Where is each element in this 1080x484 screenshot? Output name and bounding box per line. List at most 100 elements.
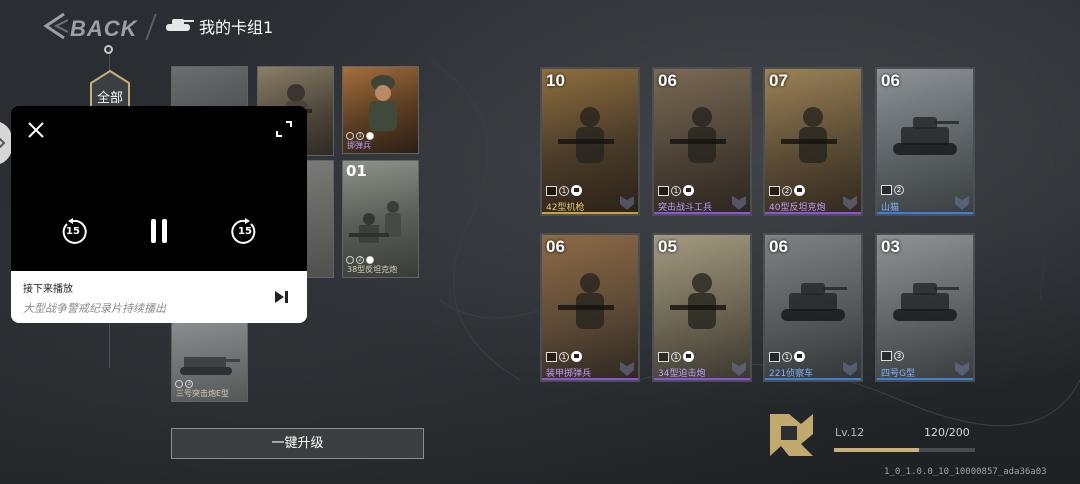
rewind-15-button[interactable]: 15 xyxy=(59,218,87,246)
rewind-seconds: 15 xyxy=(66,226,80,237)
card-name: 掷弹兵 xyxy=(347,141,371,150)
rarity-bar xyxy=(877,378,973,380)
card-stat-value: 1 xyxy=(559,185,569,196)
card-rank-icon xyxy=(843,196,857,210)
card-rank-icon xyxy=(620,362,634,376)
card-stat-value: 1 xyxy=(671,185,681,196)
skip-next-icon[interactable] xyxy=(273,289,289,305)
upgrade-all-button[interactable]: 一键升级 xyxy=(171,428,424,459)
card-stat-icons: 1 xyxy=(769,351,805,362)
faction-flag-icon xyxy=(683,351,694,362)
card-rank-icon xyxy=(732,196,746,210)
card-cost: 05 xyxy=(658,237,677,256)
deck-card[interactable]: 05 1 34型迫击炮 xyxy=(652,233,752,382)
filter-all-label: 全部 xyxy=(96,91,123,106)
card-rank-icon xyxy=(620,196,634,210)
card-stat-icons: 3 xyxy=(881,351,904,361)
header-divider xyxy=(145,14,157,40)
fullscreen-icon[interactable] xyxy=(275,120,293,138)
deck-card[interactable]: 06 1 突击战斗工兵 xyxy=(652,67,752,216)
rarity-bar xyxy=(877,212,973,214)
unit-silhouette xyxy=(558,273,614,329)
collection-card[interactable]: 3 三号突击炮E型 xyxy=(171,320,248,402)
unit-silhouette xyxy=(893,283,959,321)
xp-progress-track xyxy=(834,448,975,452)
close-icon[interactable] xyxy=(27,121,45,139)
card-stat-icons: 2 xyxy=(346,256,374,264)
card-stat-value: 3 xyxy=(894,351,904,361)
unit-type-icon xyxy=(881,185,892,195)
build-version: 1_0_1.0.0_10_10000857_ada36a03 xyxy=(884,467,1047,477)
unit-silhouette xyxy=(893,117,959,155)
back-chevron-icon xyxy=(43,12,68,40)
unit-type-icon xyxy=(881,351,892,361)
collection-card[interactable]: 01 2 38型反坦克炮 xyxy=(342,160,419,278)
xp-progress-fill xyxy=(834,448,919,452)
unit-silhouette xyxy=(670,273,726,329)
card-rank-icon xyxy=(955,362,969,376)
anti-tank-gun-art xyxy=(349,201,401,243)
card-name: 三号突击炮E型 xyxy=(176,389,230,398)
pause-icon[interactable] xyxy=(148,217,170,245)
card-stat-value: 1 xyxy=(782,351,792,362)
tank-icon xyxy=(166,19,194,31)
card-stat-icons: 1 xyxy=(546,185,582,196)
rarity-bar xyxy=(654,378,750,380)
deck-card[interactable]: 06 2 山猫 xyxy=(875,67,975,216)
card-cost: 06 xyxy=(546,237,565,256)
card-stat-value: 2 xyxy=(894,185,904,195)
forward-seconds: 15 xyxy=(238,226,252,237)
unit-silhouette xyxy=(670,107,726,163)
back-label: BACK xyxy=(70,16,138,41)
deck-card[interactable]: 06 1 221侦察车 xyxy=(763,233,863,382)
unit-type-icon xyxy=(769,185,780,196)
card-name: 38型反坦克炮 xyxy=(347,265,398,274)
card-cost: 03 xyxy=(881,237,900,256)
deck-title: 我的卡组1 xyxy=(199,18,274,37)
unit-type-icon xyxy=(658,185,669,196)
rarity-bar xyxy=(654,212,750,214)
unit-type-icon xyxy=(769,351,780,362)
forward-15-button[interactable]: 15 xyxy=(231,218,259,246)
card-stat-icons: 1 xyxy=(346,132,374,140)
card-rank-icon xyxy=(732,362,746,376)
video-player[interactable]: 15 15 接下来播放 大型战争警戒纪录片持续播出 xyxy=(11,106,307,323)
unit-silhouette xyxy=(558,107,614,163)
filter-top-node xyxy=(104,45,113,54)
faction-flag-icon xyxy=(571,351,582,362)
unit-silhouette xyxy=(781,107,837,163)
unit-type-icon xyxy=(546,351,557,362)
card-cost: 06 xyxy=(881,71,900,90)
card-stat-value: 1 xyxy=(671,351,681,362)
deck-card[interactable]: 10 1 42型机枪 xyxy=(540,67,640,216)
deck-card[interactable]: 03 3 四号G型 xyxy=(875,233,975,382)
unit-type-icon xyxy=(658,351,669,362)
deck-card[interactable]: 07 2 40型反坦克炮 xyxy=(763,67,863,216)
deck-card[interactable]: 06 1 装甲掷弹兵 xyxy=(540,233,640,382)
faction-flag-icon xyxy=(794,185,805,196)
unit-type-icon xyxy=(546,185,557,196)
card-stat-icons: 1 xyxy=(658,351,694,362)
card-stat-icons: 2 xyxy=(769,185,805,196)
assault-gun-art xyxy=(180,357,240,375)
video-screen[interactable] xyxy=(11,106,307,271)
back-button[interactable]: BACK xyxy=(42,10,137,44)
card-stat-icons: 2 xyxy=(881,185,904,195)
xp-counter: 120/200 xyxy=(924,426,970,439)
rank-emblem-icon xyxy=(770,414,813,456)
rarity-bar xyxy=(542,212,638,214)
player-level: Lv.12 xyxy=(835,426,865,439)
collection-card[interactable]: 1 掷弹兵 xyxy=(342,66,419,154)
faction-flag-icon xyxy=(683,185,694,196)
card-stat-icons: 1 xyxy=(546,351,582,362)
card-rank-icon xyxy=(843,362,857,376)
up-next-label: 接下来播放 xyxy=(23,284,73,295)
up-next-panel[interactable]: 接下来播放 大型战争警戒纪录片持续播出 xyxy=(11,271,307,323)
grenadier-art xyxy=(369,75,397,131)
up-next-title: 大型战争警戒纪录片持续播出 xyxy=(23,302,166,315)
card-stat-icons: 1 xyxy=(658,185,694,196)
card-cost: 01 xyxy=(346,162,367,180)
faction-flag-icon xyxy=(794,351,805,362)
unit-silhouette xyxy=(781,283,847,321)
card-cost: 06 xyxy=(769,237,788,256)
